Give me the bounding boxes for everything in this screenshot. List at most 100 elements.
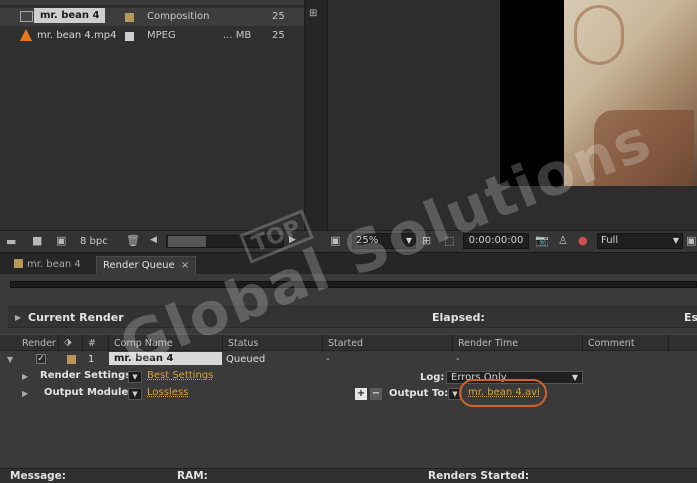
tab-label: mr. bean 4 (27, 259, 81, 270)
project-item-type: Composition (147, 11, 210, 22)
mask-visibility-icon[interactable]: ⬚ (444, 234, 454, 247)
column-divider[interactable] (108, 335, 109, 352)
remove-output-module-button[interactable]: − (370, 388, 382, 400)
chevron-down-icon: ▼ (571, 373, 578, 382)
render-checkbox[interactable]: ✓ (36, 354, 46, 364)
resolution-grid-icon[interactable]: ⊞ (422, 234, 431, 247)
magnification-select[interactable]: 25% ▼ (352, 233, 416, 249)
label-color-chip[interactable] (67, 355, 76, 364)
snapshot-camera-icon[interactable]: 📷 (535, 234, 549, 247)
render-settings-label: Render Settings: (40, 370, 136, 381)
resolution-select[interactable]: Full ▼ (597, 233, 683, 249)
render-settings-dropdown[interactable]: ▼ (128, 371, 142, 383)
add-output-module-button[interactable]: + (355, 388, 367, 400)
tab-label: Render Queue (103, 260, 175, 271)
log-label: Log: (420, 372, 445, 383)
composition-icon (20, 11, 33, 22)
label-color-chip[interactable] (125, 32, 134, 41)
tab-composition[interactable]: mr. bean 4 (8, 256, 87, 275)
timecode-field[interactable]: 0:00:00:00 (463, 233, 529, 249)
column-divider[interactable] (58, 335, 59, 352)
column-comp-name[interactable]: Comp Name (114, 338, 173, 349)
render-settings-row: ▶ Render Settings: ▼ Best Settings Log: … (0, 370, 697, 384)
interpret-footage-icon[interactable]: ▬ (6, 235, 16, 248)
vlc-cone-icon (20, 29, 32, 41)
project-item-footage[interactable]: mr. bean 4.mp4 MPEG ... MB 25 (0, 27, 304, 45)
composition-label-icon (14, 259, 23, 268)
viewer-divider[interactable] (322, 0, 328, 230)
render-queue-item[interactable]: ▼ ✓ 1 mr. bean 4 Queued - - (0, 352, 697, 368)
video-shape (594, 110, 694, 186)
output-to-link[interactable]: mr. bean 4.avi (468, 387, 540, 398)
flowchart-icon[interactable]: ⊞ (309, 8, 317, 19)
scroll-left-icon[interactable]: ◀ (150, 235, 157, 245)
disclosure-triangle-icon[interactable]: ▶ (22, 389, 28, 398)
project-item-size: ... MB (223, 30, 252, 41)
project-item-composition[interactable]: mr. bean 4 Composition 25 (0, 8, 304, 26)
column-render[interactable]: Render (22, 338, 56, 349)
render-status-bar: Message: RAM: Renders Started: (0, 468, 697, 483)
disclosure-triangle-icon[interactable]: ▶ (15, 313, 21, 322)
output-module-label: Output Module: (44, 387, 133, 398)
column-started[interactable]: Started (328, 338, 363, 349)
column-divider[interactable] (582, 335, 583, 352)
video-shape (574, 5, 624, 65)
current-render-bar[interactable]: ▶ Current Render Elapsed: Es (8, 306, 697, 328)
bit-depth[interactable]: 8 bpc (80, 236, 108, 247)
viewer-toolbar: ▣ 25% ▼ ⊞ ⬚ 0:00:00:00 📷 ♙ ● Full ▼ ▣ (322, 230, 697, 252)
column-divider[interactable] (668, 335, 669, 352)
render-started: - (326, 354, 330, 365)
zoom-value: 25% (356, 235, 379, 246)
output-module-dropdown[interactable]: ▼ (128, 388, 142, 400)
label-tag-icon[interactable]: ⬗ (64, 337, 72, 348)
project-panel: mr. bean 4 Composition 25 mr. bean 4.mp4… (0, 0, 322, 252)
output-module-row: ▶ Output Module: ▼ Lossless + − Output T… (0, 379, 697, 407)
current-render-label: Current Render (28, 311, 124, 324)
video-image (564, 0, 697, 186)
render-comp-name[interactable]: mr. bean 4 (109, 352, 222, 365)
column-number[interactable]: # (88, 338, 96, 349)
disclosure-triangle-icon[interactable]: ▶ (22, 372, 28, 381)
ram-label: RAM: (177, 470, 208, 482)
column-status[interactable]: Status (228, 338, 258, 349)
project-footer: ▬ ■ ▣ 8 bpc 🗑 ◀ ▶ (0, 230, 322, 252)
column-divider[interactable] (82, 335, 83, 352)
render-item-number: 1 (88, 354, 95, 365)
project-item-type: MPEG (147, 30, 176, 41)
column-divider[interactable] (222, 335, 223, 352)
tab-render-queue[interactable]: Render Queue × (96, 256, 197, 275)
video-frame (500, 0, 697, 186)
output-module-link[interactable]: Lossless (147, 387, 188, 398)
new-composition-icon[interactable]: ▣ (56, 234, 66, 247)
project-item-name: mr. bean 4.mp4 (37, 30, 117, 41)
scroll-right-icon[interactable]: ▶ (289, 235, 296, 245)
render-settings-link[interactable]: Best Settings (147, 370, 213, 381)
project-scrollbar[interactable]: ⊞ (304, 0, 322, 230)
new-folder-icon[interactable]: ■ (32, 234, 42, 247)
color-channels-icon[interactable]: ● (578, 234, 588, 247)
chevron-down-icon: ▼ (405, 236, 412, 245)
render-time: - (456, 354, 460, 365)
project-column-header[interactable] (0, 0, 304, 6)
expand-triangle-icon[interactable]: ▼ (7, 355, 13, 364)
render-status: Queued (226, 354, 266, 365)
show-snapshot-icon[interactable]: ♙ (558, 234, 568, 247)
render-progress-bar (10, 281, 697, 288)
column-comment[interactable]: Comment (588, 338, 635, 349)
column-render-time[interactable]: Render Time (458, 338, 518, 349)
always-preview-icon[interactable]: ▣ (330, 234, 340, 247)
trash-icon[interactable]: 🗑 (126, 234, 140, 247)
scrollbar-thumb[interactable] (168, 236, 206, 247)
region-of-interest-icon[interactable]: ▣ (686, 234, 696, 247)
render-queue-panel: ▶ Current Render Elapsed: Es Render ⬗ # … (0, 274, 697, 483)
project-item-frame-rate: 25 (272, 11, 285, 22)
column-divider[interactable] (452, 335, 453, 352)
column-divider[interactable] (322, 335, 323, 352)
project-item-name: mr. bean 4 (34, 8, 106, 23)
timecode-value: 0:00:00:00 (468, 235, 524, 246)
label-color-chip[interactable] (125, 13, 134, 22)
panel-tab-bar: mr. bean 4 Render Queue × (0, 252, 697, 275)
resolution-value: Full (601, 235, 619, 246)
close-icon[interactable]: × (181, 260, 189, 271)
project-item-frame-rate: 25 (272, 30, 285, 41)
